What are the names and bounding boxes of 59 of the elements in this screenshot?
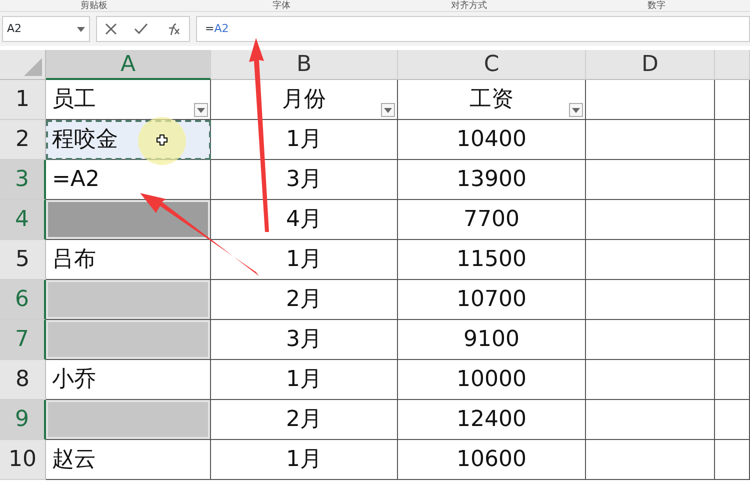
filter-dropdown-button[interactable] [381,103,395,117]
table-cell: 1月 [211,360,398,400]
empty-cell [715,400,750,440]
filter-dropdown-button[interactable] [194,103,208,117]
caret-icon [384,108,392,112]
ribbon-group-label: 数字 [646,0,666,11]
row-header[interactable]: 5 [0,240,46,280]
table-cell: 10700 [398,280,586,320]
table-cell: 2月 [211,400,398,440]
table-cell: 赵云 [46,440,211,480]
column-header[interactable]: B [211,50,398,80]
empty-cell [715,440,750,480]
table-cell: 13900 [398,160,586,200]
empty-cell [715,120,750,160]
table-cell: 9100 [398,320,586,360]
row-header[interactable]: 4 [0,200,46,240]
caret-icon [197,108,205,112]
table-cell: 10400 [398,120,586,160]
corner-triangle-icon [24,58,42,76]
table-cell: 12400 [398,400,586,440]
row-header[interactable]: 1 [0,80,46,120]
table-cell: 10600 [398,440,586,480]
table-cell: 工资 [398,80,586,120]
checkmark-icon[interactable] [134,23,148,35]
empty-cell [715,240,750,280]
filter-dropdown-button[interactable] [569,103,583,117]
table-cell: 11500 [398,240,586,280]
table-cell: 7700 [398,200,586,240]
cursor-highlight [138,117,186,165]
caret-icon [572,108,580,112]
row-header[interactable]: 2 [0,120,46,160]
table-cell: 10000 [398,360,586,400]
cell-reference: A2 [7,20,22,37]
ribbon-group-label: 剪贴板 [79,0,108,11]
row-header[interactable]: 9 [0,400,46,440]
row-header[interactable]: 6 [0,280,46,320]
empty-cell [715,320,750,360]
ribbon-group-label: 字体 [271,0,292,11]
column-header[interactable]: C [398,50,586,80]
name-box[interactable]: A2 [2,16,90,42]
row-header[interactable]: 7 [0,320,46,360]
row-header[interactable]: 3 [0,160,46,200]
empty-cell [715,200,750,240]
formula-input[interactable]: =A2 [196,16,750,42]
cancel-icon[interactable] [105,23,118,35]
empty-cell [715,360,750,400]
table-cell: 3月 [211,320,398,360]
cross-cursor-icon [156,134,168,146]
row-header[interactable]: 8 [0,360,46,400]
formula-text: =A2 [205,20,229,37]
table-cell: 2月 [211,280,398,320]
row-header[interactable]: 10 [0,440,46,480]
ribbon-group-label: 对齐方式 [450,0,488,11]
column-header[interactable]: D [586,50,715,80]
table-cell: 1月 [211,440,398,480]
empty-cell [715,280,750,320]
caret-icon [77,26,85,32]
column-header[interactable]: A [46,50,211,80]
empty-cell [715,160,750,200]
